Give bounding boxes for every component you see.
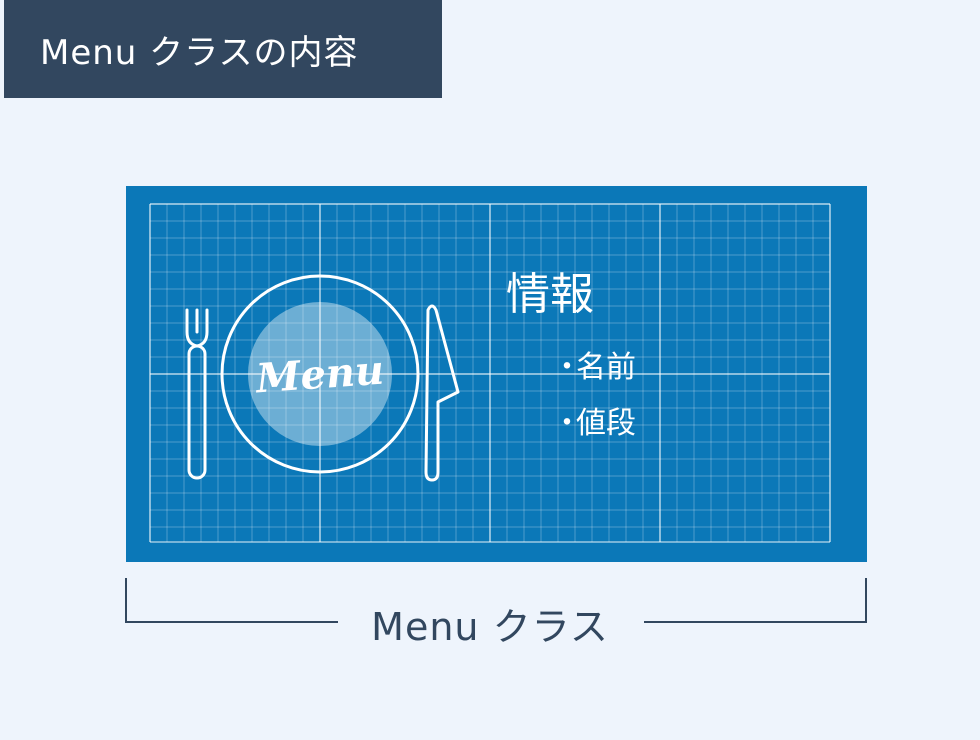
bullet: ・ <box>552 350 582 385</box>
menu-blueprint-board <box>126 186 867 562</box>
info-item-price: ・値段 <box>552 398 636 442</box>
info-item-name: ・名前 <box>552 342 636 386</box>
class-caption: Menu クラス <box>371 605 609 649</box>
blueprint-grid <box>149 203 831 543</box>
info-item-label: 名前 <box>576 350 636 385</box>
bullet: ・ <box>552 406 582 441</box>
page-title: Menu クラスの内容 <box>40 32 359 73</box>
info-heading: 情報 <box>506 269 594 320</box>
plate-label: Menu <box>254 346 386 402</box>
page-title-banner: Menu クラスの内容 <box>4 0 442 98</box>
info-item-label: 値段 <box>576 406 636 441</box>
